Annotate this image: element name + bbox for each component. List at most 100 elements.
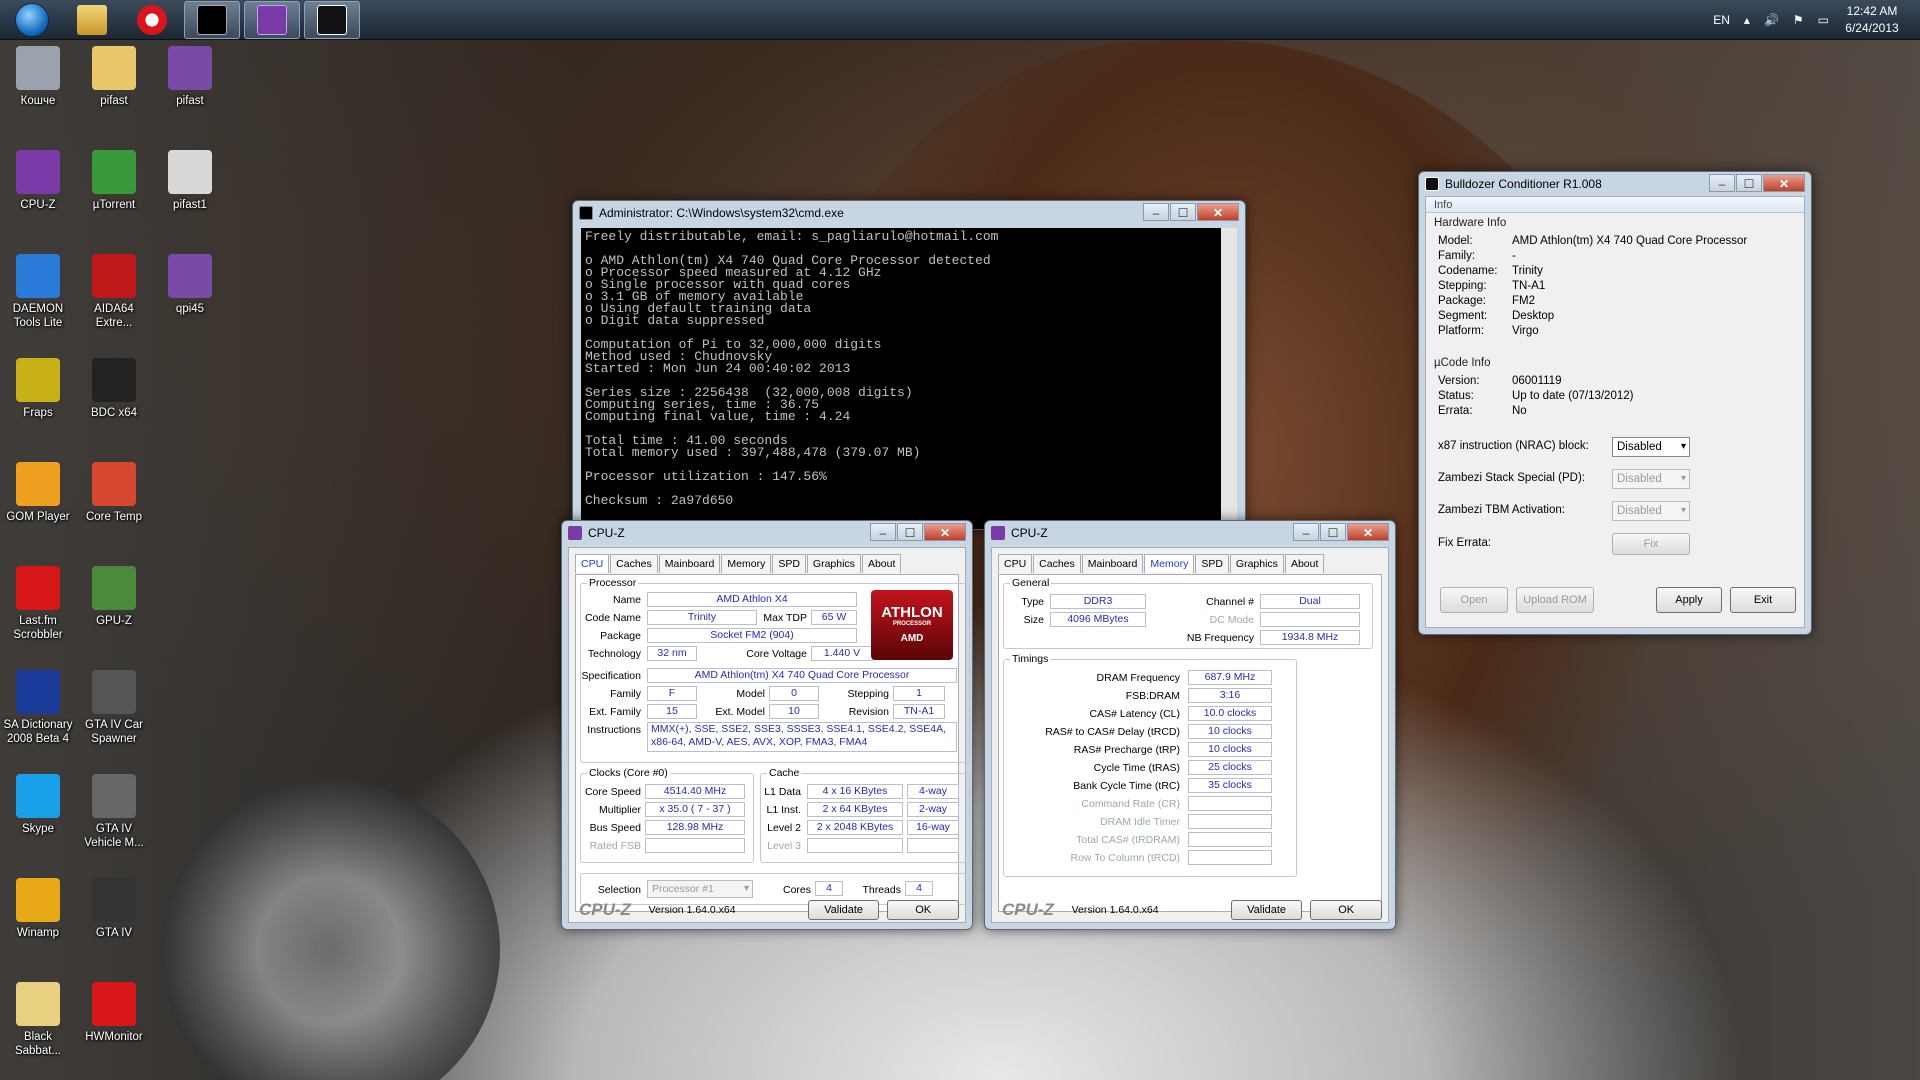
option-select[interactable]: Disabled — [1612, 469, 1690, 489]
info-value: - — [1512, 250, 1516, 262]
maximize-button[interactable]: ☐ — [1320, 523, 1346, 541]
processor-select[interactable]: Processor #1 — [647, 880, 753, 898]
desktop-icon[interactable]: Core Temp — [76, 462, 152, 524]
ok-button[interactable]: OK — [887, 900, 960, 920]
network-icon[interactable]: ▭ — [1818, 13, 1829, 27]
cpuz-cpu-window[interactable]: CPU-Z – ☐ ✕ CPU Caches Mainboard Memory SPD Gra… — [561, 520, 973, 930]
tab-spd[interactable]: SPD — [772, 554, 806, 573]
taskbar-opera[interactable] — [124, 1, 180, 39]
volume-icon[interactable]: 🔊 — [1764, 13, 1779, 27]
desktop-icon[interactable]: GPU-Z — [76, 566, 152, 628]
validate-button[interactable]: Validate — [1230, 900, 1303, 920]
exit-button[interactable]: Exit — [1730, 587, 1796, 613]
option-select[interactable]: Disabled — [1612, 501, 1690, 521]
cpuz-memory-window[interactable]: CPU-Z – ☐ ✕ CPU Caches Mainboard Memory SPD Gra… — [984, 520, 1396, 930]
label: Package — [600, 630, 641, 642]
minimize-button[interactable]: – — [1709, 174, 1735, 192]
tab-caches[interactable]: Caches — [610, 554, 658, 573]
desktop-icon[interactable]: DAEMON Tools Lite — [0, 254, 76, 330]
close-button[interactable]: ✕ — [1347, 523, 1389, 541]
clock[interactable]: 12:42 AM 6/24/2013 — [1836, 3, 1908, 37]
tab-mainboard[interactable]: Mainboard — [1081, 554, 1144, 573]
app-icon — [168, 150, 212, 194]
ext-family-value: 15 — [647, 704, 697, 719]
desktop-icon[interactable]: GTA IV Car Spawner — [76, 670, 152, 746]
desktop-icon[interactable]: µTorrent — [76, 150, 152, 212]
desktop-icon[interactable]: pifast — [76, 46, 152, 108]
folder-icon — [77, 4, 107, 35]
maximize-button[interactable]: ☐ — [897, 523, 923, 541]
tab-about[interactable]: About — [861, 554, 902, 573]
cpuz-footer: CPU-Z Version 1.64.0.x64 Validate OK — [575, 898, 960, 922]
desktop-icon[interactable]: BDC x64 — [76, 358, 152, 420]
minimize-button[interactable]: – — [870, 523, 896, 541]
desktop-icon-label: pifast — [176, 95, 204, 107]
desktop-icon[interactable]: GTA IV — [76, 878, 152, 940]
desktop-icon[interactable]: SA Dictionary 2008 Beta 4 — [0, 670, 76, 746]
close-button[interactable]: ✕ — [1197, 203, 1239, 221]
upload-rom-button[interactable]: Upload ROM — [1516, 587, 1594, 613]
tab-spd[interactable]: SPD — [1195, 554, 1229, 573]
minimize-button[interactable]: – — [1293, 523, 1319, 541]
cpuz-icon — [257, 4, 287, 35]
tab-caches[interactable]: Caches — [1033, 554, 1081, 573]
desktop-icon[interactable]: Skype — [0, 774, 76, 836]
desktop-icon[interactable]: Кошче — [0, 46, 76, 108]
maximize-button[interactable]: ☐ — [1736, 174, 1762, 192]
cache-legend: Cache — [767, 767, 802, 779]
tab-graphics[interactable]: Graphics — [806, 554, 861, 573]
tab-info[interactable]: Info — [1426, 197, 1804, 213]
taskbar-cmd[interactable] — [184, 0, 240, 39]
open-button[interactable]: Open — [1440, 587, 1508, 613]
desktop-icon[interactable]: AIDA64 Extre... — [76, 254, 152, 330]
start-button[interactable] — [4, 1, 60, 39]
desktop-icon[interactable]: HWMonitor — [76, 982, 152, 1044]
tab-cpu[interactable]: CPU — [998, 554, 1033, 573]
cmd-window[interactable]: Administrator: C:\Windows\system32\cmd.e… — [572, 200, 1246, 530]
app-icon — [92, 670, 136, 714]
info-value: Desktop — [1512, 310, 1555, 322]
taskbar-cpuz[interactable] — [244, 0, 300, 39]
desktop-icon[interactable]: GTA IV Vehicle M... — [76, 774, 152, 850]
desktop-icon-label: HWMonitor — [85, 1031, 143, 1043]
chevron-up-icon[interactable]: ▴ — [1744, 13, 1750, 27]
desktop-icon[interactable]: Winamp — [0, 878, 76, 940]
desktop-icon[interactable]: Fraps — [0, 358, 76, 420]
desktop-icon[interactable]: pifast — [152, 46, 228, 108]
console-line: Total memory used : 397,488,478 (379.07 … — [585, 445, 921, 460]
processor-legend: Processor — [587, 577, 639, 589]
ok-button[interactable]: OK — [1310, 900, 1383, 920]
tab-memory[interactable]: Memory — [1144, 554, 1195, 573]
flag-icon[interactable]: ⚑ — [1793, 13, 1804, 27]
close-button[interactable]: ✕ — [924, 523, 966, 541]
bdc-window[interactable]: Bulldozer Conditioner R1.008 – ☐ ✕ Info Ha… — [1418, 171, 1812, 635]
tab-cpu[interactable]: CPU — [575, 554, 610, 573]
desktop-icon[interactable]: Last.fm Scrobbler — [0, 566, 76, 642]
desktop-icon[interactable]: Black Sabbat... — [0, 982, 76, 1058]
tab-graphics[interactable]: Graphics — [1229, 554, 1284, 573]
validate-button[interactable]: Validate — [807, 900, 880, 920]
desktop-icon[interactable]: GOM Player — [0, 462, 76, 524]
fix-button[interactable]: Fix — [1612, 533, 1690, 555]
apply-button[interactable]: Apply — [1656, 587, 1722, 613]
timing-value — [1188, 850, 1272, 865]
tab-about[interactable]: About — [1284, 554, 1325, 573]
tab-memory[interactable]: Memory — [721, 554, 772, 573]
timing-label: DRAM Frequency — [1096, 672, 1180, 684]
minimize-button[interactable]: – — [1143, 203, 1169, 221]
tab-mainboard[interactable]: Mainboard — [658, 554, 721, 573]
cmd-scrollbar[interactable] — [1221, 228, 1237, 529]
taskbar-bdc[interactable] — [304, 0, 360, 39]
option-select[interactable]: Disabled — [1612, 437, 1690, 457]
maximize-button[interactable]: ☐ — [1170, 203, 1196, 221]
taskbar-explorer[interactable] — [64, 1, 120, 39]
desktop-icon[interactable]: pifast1 — [152, 150, 228, 212]
desktop-icon[interactable]: qpi45 — [152, 254, 228, 316]
desktop-icon[interactable]: CPU-Z — [0, 150, 76, 212]
label: Level 2 — [767, 822, 801, 834]
language-indicator[interactable]: EN — [1713, 13, 1730, 27]
close-button[interactable]: ✕ — [1763, 174, 1805, 192]
cmd-console[interactable]: Freely distributable, email: s_pagliarul… — [581, 228, 1237, 529]
info-value: Up to date (07/13/2012) — [1512, 390, 1634, 402]
stepping-value: 1 — [893, 686, 945, 701]
